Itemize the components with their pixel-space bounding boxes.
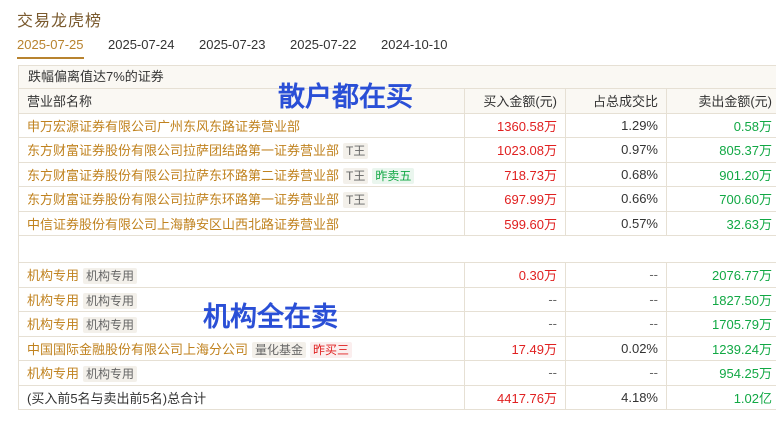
ratio-cell: -- [565,262,667,288]
total-buy: 4417.76万 [464,384,566,410]
buy-amount-cell: -- [464,360,566,386]
ratio-cell: 0.02% [565,335,667,361]
broker-tag: 机构专用 [83,292,138,309]
sell-amount-cell: 954.25万 [666,360,776,386]
buy-amount-cell: 1023.08万 [464,137,566,163]
broker-tag: 机构专用 [83,317,138,334]
tab-date-4[interactable]: 2025-07-22 [290,37,357,52]
sell-amount-cell: 0.58万 [666,112,776,138]
dragon-tiger-table: 跌幅偏离值达7%的证券 营业部名称 买入金额(元) 占总成交比 卖出金额(元) … [18,65,776,410]
broker-name-link[interactable]: 中国国际金融股份有限公司上海分公司 [27,342,248,357]
buy-amount-cell: 0.30万 [464,262,566,288]
table-row: 机构专用 机构专用 0.30万 -- 2076.77万 [18,262,776,288]
broker-tag: T王 [343,143,369,160]
broker-tag: 机构专用 [83,268,138,285]
broker-name-link[interactable]: 机构专用 [27,317,79,332]
table-row: 东方财富证券股份有限公司拉萨东环路第二证券营业部 T王 昨卖五 718.73万 0.68… [18,161,776,187]
broker-name-link[interactable]: 申万宏源证券有限公司广州东风东路证券营业部 [27,119,300,134]
broker-table: 营业部名称 买入金额(元) 占总成交比 卖出金额(元) 申万宏源证券有限公司广州… [18,88,776,410]
sell-side-rows: 机构专用 机构专用 0.30万 -- 2076.77万 机构专用 机构专用 -- -- 1827.… [18,262,776,386]
broker-tag: 量化基金 [252,341,307,358]
sell-amount-cell: 1239.24万 [666,335,776,361]
tab-date-2[interactable]: 2025-07-24 [108,37,175,52]
broker-cell: 机构专用 机构专用 [18,360,465,386]
buy-amount-cell: 599.60万 [464,210,566,236]
buy-amount-cell: -- [464,286,566,312]
header-ratio: 占总成交比 [565,88,667,114]
table-row: 申万宏源证券有限公司广州东风东路证券营业部 1360.58万 1.29% 0.58万 [18,112,776,138]
sell-amount-cell: 805.37万 [666,137,776,163]
broker-cell: 东方财富证券股份有限公司拉萨东环路第一证券营业部 T王 [18,186,465,212]
broker-tag: 机构专用 [83,366,138,383]
table-row: 东方财富证券股份有限公司拉萨团结路第一证券营业部 T王 1023.08万 0.97% 8… [18,137,776,163]
total-label: (买入前5名与卖出前5名)总合计 [18,384,465,410]
broker-name-link[interactable]: 机构专用 [27,293,79,308]
broker-name-link[interactable]: 东方财富证券股份有限公司拉萨团结路第一证券营业部 [27,143,339,158]
ratio-cell: 1.29% [565,112,667,138]
broker-tag: 昨卖五 [372,167,415,184]
table-row: 机构专用 机构专用 -- -- 954.25万 [18,360,776,386]
table-row: 东方财富证券股份有限公司拉萨东环路第一证券营业部 T王 697.99万 0.66% 70… [18,186,776,212]
annotation-retail-buying: 散户都在买 [278,82,413,113]
header-sell-amount: 卖出金额(元) [666,88,776,114]
tab-date-5[interactable]: 2024-10-10 [381,37,448,52]
buy-amount-cell: 17.49万 [464,335,566,361]
sell-amount-cell: 1827.50万 [666,286,776,312]
broker-name-link[interactable]: 东方财富证券股份有限公司拉萨东环路第一证券营业部 [27,192,339,207]
ratio-cell: -- [565,311,667,337]
ratio-cell: 0.97% [565,137,667,163]
ratio-cell: 0.66% [565,186,667,212]
broker-name-link[interactable]: 机构专用 [27,268,79,283]
broker-cell: 东方财富证券股份有限公司拉萨团结路第一证券营业部 T王 [18,137,465,163]
page-title: 交易龙虎榜 [17,13,103,30]
broker-cell: 中国国际金融股份有限公司上海分公司 量化基金 昨买三 [18,335,465,361]
spacer-section [18,235,776,263]
buy-amount-cell: 718.73万 [464,161,566,187]
table-row: 机构专用 机构专用 -- -- 1827.50万 [18,286,776,312]
sell-amount-cell: 700.60万 [666,186,776,212]
annotation-institutions-selling: 机构全在卖 [203,302,338,333]
sell-amount-cell: 2076.77万 [666,262,776,288]
buy-amount-cell: 1360.58万 [464,112,566,138]
sell-amount-cell: 901.20万 [666,161,776,187]
sell-amount-cell: 1705.79万 [666,311,776,337]
broker-cell: 中信证券股份有限公司上海静安区山西北路证券营业部 [18,210,465,236]
table-row: 中国国际金融股份有限公司上海分公司 量化基金 昨买三 17.49万 0.02% 1239.… [18,335,776,361]
buy-amount-cell: 697.99万 [464,186,566,212]
spacer-row [18,235,776,263]
tab-date-1-label: 2025-07-25 [17,37,84,52]
broker-tag: T王 [343,192,369,209]
ratio-cell: -- [565,286,667,312]
ratio-cell: -- [565,360,667,386]
broker-name-link[interactable]: 东方财富证券股份有限公司拉萨东环路第二证券营业部 [27,168,339,183]
total-section: (买入前5名与卖出前5名)总合计 4417.76万 4.18% 1.02亿 [18,384,776,410]
buy-side-rows: 申万宏源证券有限公司广州东风东路证券营业部 1360.58万 1.29% 0.58万东… [18,112,776,236]
broker-tag: 昨买三 [310,341,353,358]
total-sell: 1.02亿 [666,384,776,410]
header-buy-amount: 买入金额(元) [464,88,566,114]
broker-tag: T王 [343,167,369,184]
broker-cell: 申万宏源证券有限公司广州东风东路证券营业部 [18,112,465,138]
active-tab-underline [17,57,84,59]
total-row: (买入前5名与卖出前5名)总合计 4417.76万 4.18% 1.02亿 [18,384,776,410]
ratio-cell: 0.68% [565,161,667,187]
tab-date-1[interactable]: 2025-07-25 [17,37,84,59]
broker-cell: 东方财富证券股份有限公司拉萨东环路第二证券营业部 T王 昨卖五 [18,161,465,187]
broker-cell: 机构专用 机构专用 [18,262,465,288]
broker-name-link[interactable]: 机构专用 [27,366,79,381]
ratio-cell: 0.57% [565,210,667,236]
total-ratio: 4.18% [565,384,667,410]
table-row: 机构专用 机构专用 -- -- 1705.79万 [18,311,776,337]
table-row: 中信证券股份有限公司上海静安区山西北路证券营业部 599.60万 0.57% 32.6… [18,210,776,236]
broker-name-link[interactable]: 中信证券股份有限公司上海静安区山西北路证券营业部 [27,217,339,232]
sell-amount-cell: 32.63万 [666,210,776,236]
tab-date-3[interactable]: 2025-07-23 [199,37,266,52]
buy-amount-cell: -- [464,311,566,337]
